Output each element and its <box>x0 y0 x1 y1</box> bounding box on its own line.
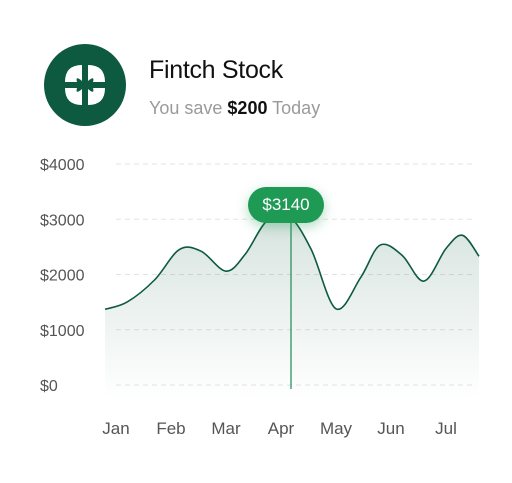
x-tick-label: May <box>320 419 353 438</box>
y-tick-label: $4000 <box>40 157 85 174</box>
y-tick-label: $0 <box>40 378 58 395</box>
x-tick-label: Jun <box>377 419 404 438</box>
x-axis-ticks: Jan Feb Mar Apr May Jun Jul <box>102 419 457 438</box>
stock-chart: $0 $1000 $2000 $3000 $4000 Jan Feb Mar Apr May Ju… <box>40 157 480 438</box>
value-tooltip: $3140 <box>248 187 324 223</box>
y-axis-ticks: $0 $1000 $2000 $3000 $4000 <box>40 157 85 395</box>
x-tick-label: Jul <box>435 419 457 438</box>
area-fill <box>105 213 479 398</box>
x-tick-label: Feb <box>156 419 185 438</box>
x-tick-label: Mar <box>211 419 241 438</box>
y-tick-label: $1000 <box>40 323 85 340</box>
x-tick-label: Apr <box>268 419 295 438</box>
y-tick-label: $3000 <box>40 212 85 229</box>
y-tick-label: $2000 <box>40 268 85 285</box>
x-tick-label: Jan <box>102 419 129 438</box>
